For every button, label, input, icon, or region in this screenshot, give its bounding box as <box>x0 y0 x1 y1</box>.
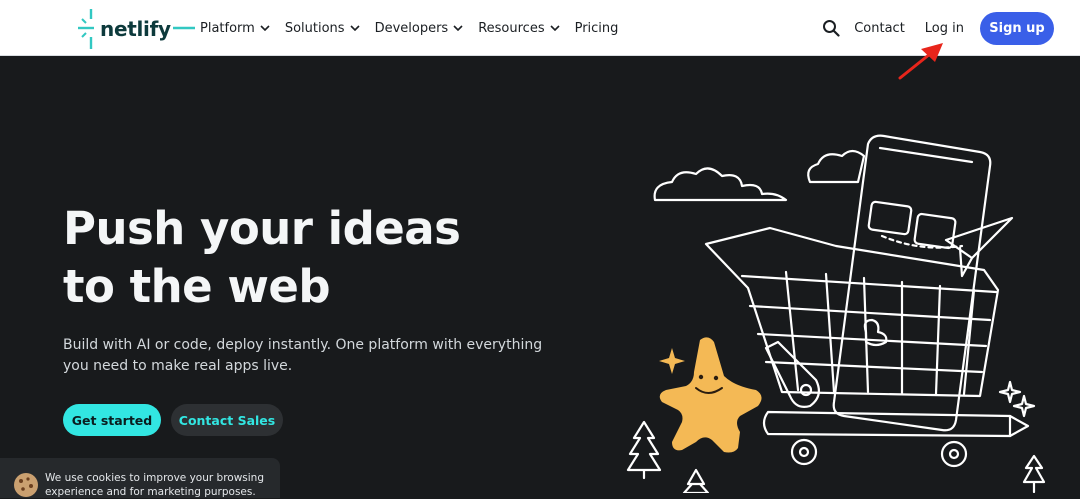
chevron-down-icon <box>260 25 270 31</box>
netlify-logo[interactable]: netlify <box>78 9 195 49</box>
nav-item-label: Developers <box>374 20 449 36</box>
cookie-icon <box>14 473 38 497</box>
hero-title-line: to the web <box>63 260 331 313</box>
nav-item-label: Solutions <box>284 20 345 36</box>
nav-item-label: Resources <box>478 20 545 36</box>
tree-icon <box>1022 454 1046 493</box>
hero-title-line: Push your ideas <box>63 202 461 255</box>
cart-wheel <box>790 438 818 466</box>
sparkle-icon <box>998 380 1022 404</box>
hero-subtitle-line: you need to make real apps live. <box>63 358 293 374</box>
tree-icon <box>626 420 662 480</box>
nav-item-developers[interactable]: Developers <box>375 21 464 36</box>
hero-illustration <box>626 134 1046 493</box>
logo-wordmark: netlify <box>100 17 171 41</box>
contact-link[interactable]: Contact <box>854 21 905 36</box>
cookie-message-line: We use cookies to improve your browsing <box>45 472 265 484</box>
hero-subtitle: Build with AI or code, deploy instantly.… <box>63 335 543 377</box>
tree-icon <box>682 468 710 493</box>
cart-wheel <box>940 440 968 468</box>
nav-item-label: Pricing <box>574 20 619 36</box>
sparkle-icon <box>659 348 685 374</box>
nav-item-solutions[interactable]: Solutions <box>285 21 360 36</box>
cloud-icon <box>807 149 866 184</box>
netlify-mascot <box>659 337 762 453</box>
annotation-arrow <box>898 43 943 80</box>
nav-item-pricing[interactable]: Pricing <box>575 21 619 36</box>
primary-nav: Platform Solutions Developers Resources … <box>200 0 633 56</box>
netlify-logo-mark-right <box>172 26 195 30</box>
signup-button[interactable]: Sign up <box>980 11 1054 45</box>
hero-subtitle-line: Build with AI or code, deploy instantly.… <box>63 337 543 353</box>
chevron-down-icon <box>349 25 360 31</box>
contact-sales-button[interactable]: Contact Sales <box>171 404 283 436</box>
sparkle-icon <box>1012 394 1036 418</box>
nav-item-platform[interactable]: Platform <box>200 21 270 36</box>
login-link[interactable]: Log in <box>925 21 964 36</box>
hero-title: Push your ideas to the web <box>63 200 623 316</box>
cloud-icon <box>653 167 788 202</box>
cookie-banner: We use cookies to improve your browsing … <box>0 458 280 498</box>
get-started-button[interactable]: Get started <box>63 404 161 436</box>
chevron-down-icon <box>453 25 463 31</box>
cookie-message: We use cookies to improve your browsing … <box>45 471 270 499</box>
nav-item-resources[interactable]: Resources <box>478 20 560 36</box>
netlify-logo-mark <box>78 9 94 49</box>
search-icon[interactable] <box>822 19 840 37</box>
cookie-message-line: experience and for marketing purposes. <box>45 486 256 498</box>
chevron-down-icon <box>550 25 560 31</box>
nav-item-label: Platform <box>200 20 255 36</box>
